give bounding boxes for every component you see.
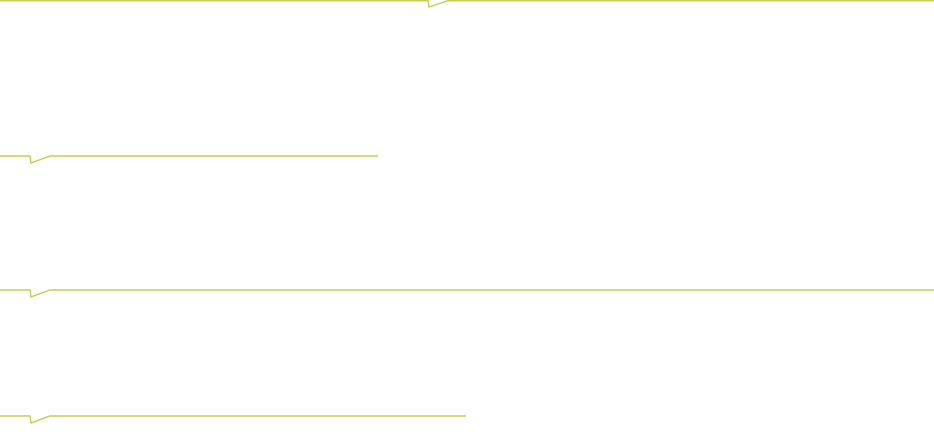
divider-bottom-line	[0, 415, 466, 424]
divider-second	[0, 155, 380, 169]
divider-top	[0, 0, 934, 14]
divider-third	[0, 289, 934, 303]
divider-bottom	[0, 415, 470, 429]
notched-line-graphic	[0, 415, 466, 424]
notched-line-graphic	[0, 155, 378, 164]
notched-line-graphic	[0, 289, 934, 298]
divider-third-line	[0, 289, 934, 298]
notched-line-graphic	[0, 0, 934, 8]
divider-top-line	[0, 0, 934, 8]
divider-second-line	[0, 155, 378, 164]
